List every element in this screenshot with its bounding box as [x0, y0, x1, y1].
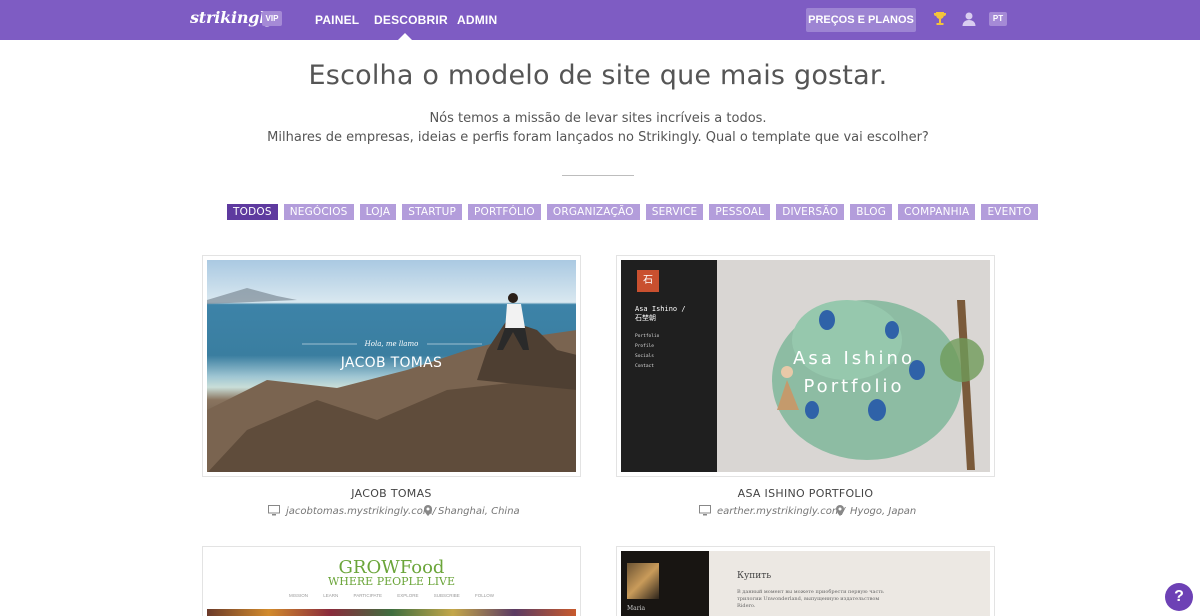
filter-evento[interactable]: EVENTO	[981, 204, 1038, 220]
template-title[interactable]: ASA ISHINO PORTFOLIO	[616, 487, 995, 500]
template-card-growfood[interactable]: GROWFood WHERE PEOPLE LIVE MISSION LEARN…	[202, 546, 581, 616]
trophy-icon[interactable]	[931, 10, 949, 28]
nav-descobrir[interactable]: DESCOBRIR	[374, 13, 448, 27]
vip-badge: VIP	[262, 11, 282, 26]
template-location: Hyogo, Japan	[836, 505, 916, 517]
active-nav-indicator	[398, 33, 412, 40]
preview-photo-strip	[207, 609, 576, 616]
preview-subtitle: Hola, me llamo	[364, 340, 419, 348]
filter-service[interactable]: SERVICE	[645, 204, 704, 220]
preview-sidebar: 石 Asa Ishino / 石埜朝 Portfolio Profile Soci…	[621, 260, 717, 472]
filter-blog[interactable]: BLOG	[850, 204, 893, 220]
page-subtitle-line-1: Nós temos a missão de levar sites incrív…	[429, 111, 767, 126]
preview-heading: Купить	[737, 571, 772, 581]
template-url[interactable]: jacobtomas.mystrikingly.com/	[268, 505, 436, 517]
section-divider	[562, 175, 634, 176]
preview-text: В данный момент вы можете приобрести пер…	[737, 589, 884, 609]
page-subtitle-line-2: Milhares de empresas, ideias e perfis fo…	[267, 130, 929, 145]
filter-todos[interactable]: TODOS	[227, 204, 278, 220]
template-url[interactable]: earther.mystrikingly.com/	[699, 505, 845, 517]
filter-companhia[interactable]: COMPANHIA	[898, 204, 976, 220]
preview-title: JACOB TOMAS	[340, 355, 443, 371]
preview-title: Asa Ishino Portfolio	[793, 348, 915, 397]
preview-menu: Portfolio Profile Socials Contact	[635, 334, 660, 369]
filter-loja[interactable]: LOJA	[359, 204, 397, 220]
template-title[interactable]: JACOB TOMAS	[202, 487, 581, 500]
help-button[interactable]: ?	[1165, 583, 1193, 611]
language-selector[interactable]: PT	[989, 12, 1007, 26]
preview-tagline: WHERE PEOPLE LIVE	[327, 575, 456, 588]
location-pin-icon	[836, 505, 844, 516]
template-card-maria[interactable]: Maria Купить В данный момент вы можете п…	[616, 546, 995, 616]
filter-startup[interactable]: STARTUP	[402, 204, 463, 220]
template-preview-image: GROWFood WHERE PEOPLE LIVE MISSION LEARN…	[207, 551, 576, 616]
preview-nav: MISSION LEARN PARTICIPATE EXPLORE SUBSCR…	[289, 593, 494, 598]
location-pin-icon	[424, 505, 432, 516]
template-preview-image: 石 Asa Ishino / 石埜朝 Portfolio Profile Soci…	[621, 260, 990, 472]
monitor-icon	[699, 505, 711, 516]
page-title: Escolha o modelo de site que mais gostar…	[308, 60, 888, 91]
filter-portfolio[interactable]: PORTFÓLIO	[468, 204, 541, 220]
template-card-asa-ishino[interactable]: 石 Asa Ishino / 石埜朝 Portfolio Profile Soci…	[616, 255, 995, 477]
filter-organizacao[interactable]: ORGANIZAÇÃO	[546, 204, 640, 220]
preview-name: Asa Ishino / 石埜朝	[635, 305, 686, 322]
monitor-icon	[268, 505, 280, 516]
filter-diversao[interactable]: DIVERSÃO	[776, 204, 845, 220]
category-filter-bar: TODOS NEGÓCIOS LOJA STARTUP PORTFÓLIO OR…	[227, 204, 1038, 220]
pricing-plans-button[interactable]: PREÇOS E PLANOS	[806, 8, 916, 32]
filter-negocios[interactable]: NEGÓCIOS	[283, 204, 354, 220]
template-preview-image: Hola, me llamo JACOB TOMAS	[207, 260, 576, 472]
template-card-jacob-tomas[interactable]: Hola, me llamo JACOB TOMAS	[202, 255, 581, 477]
top-navigation-bar: strikingly VIP PAINEL DESCOBRIR ADMIN PR…	[0, 0, 1200, 40]
template-preview-image: Maria Купить В данный момент вы можете п…	[621, 551, 990, 616]
filter-pessoal[interactable]: PESSOAL	[709, 204, 771, 220]
preview-portrait	[627, 563, 659, 599]
user-icon[interactable]	[960, 10, 978, 28]
preview-sidebar: Maria	[621, 551, 709, 616]
nav-admin[interactable]: ADMIN	[457, 13, 497, 27]
template-location: Shanghai, China	[424, 505, 520, 517]
preview-name: Maria	[627, 605, 646, 612]
nav-painel[interactable]: PAINEL	[315, 13, 359, 27]
seal-logo: 石	[637, 270, 659, 292]
